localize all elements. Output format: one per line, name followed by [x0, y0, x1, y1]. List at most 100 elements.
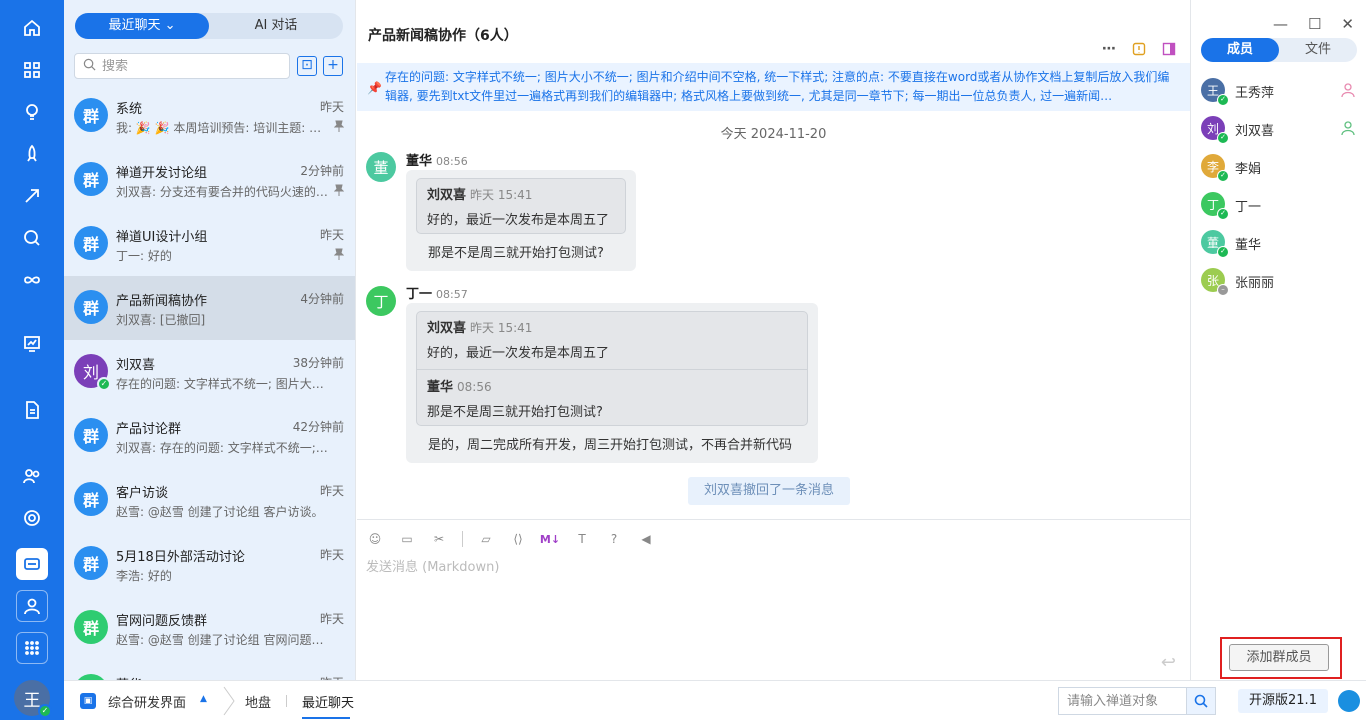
code-icon[interactable]: ⟨⟩	[509, 530, 527, 548]
minimize-icon[interactable]: —	[1273, 15, 1288, 33]
chat-title: 产品新闻稿协作（6人）	[368, 28, 518, 44]
chat-item-feedback[interactable]: 群 官网问题反馈群 昨天 赵雪: @赵雪 创建了讨论组 官网问题反…	[64, 596, 355, 660]
emoji-icon[interactable]: ☺	[366, 530, 384, 548]
more-icon[interactable]: ⋯	[1100, 40, 1118, 58]
settings-icon[interactable]	[16, 502, 48, 534]
chat-icon[interactable]	[16, 548, 48, 580]
date-divider: 今天 2024-11-20	[720, 127, 827, 142]
sender-avatar[interactable]: 董	[366, 152, 396, 182]
member-item[interactable]: 王 ✓ 王秀萍	[1201, 76, 1357, 106]
sender-avatar[interactable]: 丁	[366, 286, 396, 316]
chat-preview: 赵雪: @赵雪 创建了讨论组 官网问题反…	[116, 633, 330, 647]
notice-icon[interactable]	[1130, 40, 1148, 58]
grid-icon[interactable]	[16, 632, 48, 664]
sprint-icon[interactable]	[16, 180, 48, 212]
maximize-icon[interactable]: ☐	[1308, 15, 1321, 33]
message-bubble[interactable]: 刘双喜 昨天 15:41 好的，最近一次发布是本周五了 董华 08:56 那是不是周…	[406, 303, 818, 463]
users-icon[interactable]	[16, 460, 48, 492]
message-header: 董华 08:56	[406, 150, 468, 169]
quoted-message[interactable]: 刘双喜 昨天 15:41 好的，最近一次发布是本周五了 董华 08:56 那是不是周…	[416, 311, 808, 426]
search-icon[interactable]	[16, 222, 48, 254]
member-avatar: 刘 ✓	[1201, 116, 1229, 144]
member-name: 王秀萍	[1235, 86, 1275, 101]
help-icon[interactable]: ?	[605, 530, 623, 548]
chat-item-ui-group[interactable]: 群 禅道UI设计小组 昨天 丁一: 好的	[64, 212, 355, 276]
nav-recent-chats[interactable]: 最近聊天	[302, 692, 354, 711]
workspace-name[interactable]: 综合研发界面	[108, 692, 186, 711]
breadcrumb-chevron-icon	[223, 686, 235, 716]
send-icon[interactable]: ↩	[1161, 652, 1176, 673]
chat-item-liu[interactable]: 刘 ✓ 刘双喜 38分钟前 存在的问题: 文字样式不统一; 图片大…	[64, 340, 355, 404]
search-input[interactable]	[102, 58, 282, 74]
member-item[interactable]: 李 ✓ 李娟	[1201, 152, 1357, 182]
add-chat-icon[interactable]: +	[323, 56, 343, 76]
lightbulb-icon[interactable]	[16, 96, 48, 128]
caret-up-icon[interactable]: ▲	[200, 694, 207, 704]
chat-item-product-group[interactable]: 群 产品讨论群 42分钟前 刘双喜: 存在的问题: 文字样式不统一; …	[64, 404, 355, 468]
chat-item-dong[interactable]: 群 董华 昨天	[64, 660, 355, 680]
markdown-icon[interactable]: M↓	[540, 530, 560, 548]
user-icon[interactable]	[16, 590, 48, 622]
version-badge[interactable]: 开源版21.1	[1238, 689, 1328, 713]
quote-time: 昨天 15:41	[470, 188, 533, 202]
sidebar-toggle-icon[interactable]	[1160, 40, 1178, 58]
quote-sender: 刘双喜	[427, 188, 467, 203]
chat-time: 昨天	[319, 100, 344, 114]
message-bubble[interactable]: 刘双喜 昨天 15:41 好的，最近一次发布是本周五了 那是不是周三就开始打包测试…	[406, 170, 636, 271]
offline-status-icon: –	[1217, 284, 1229, 296]
admin-icon	[1341, 121, 1355, 136]
member-name: 丁一	[1235, 200, 1262, 215]
image-icon[interactable]: ▭	[398, 530, 416, 548]
pin-icon	[334, 120, 344, 132]
chat-item-dev-group[interactable]: 群 禅道开发讨论组 2分钟前 刘双喜: 分支还有要合并的代码火速的…	[64, 148, 355, 212]
group-avatar: 群	[74, 290, 108, 324]
search-icon	[1194, 694, 1208, 708]
message-input[interactable]: 发送消息 (Markdown)	[366, 556, 499, 575]
notice-text: 存在的问题: 文字样式不统一; 图片大小不统一; 图片和介绍中间不空格, 统一下…	[385, 70, 1170, 103]
chat-time: 38分钟前	[292, 356, 344, 370]
zentao-logo-icon[interactable]	[1338, 690, 1360, 712]
search-button[interactable]	[1186, 687, 1216, 715]
member-item[interactable]: 刘 ✓ 刘双喜	[1201, 114, 1357, 144]
chat-item-customer-interview[interactable]: 群 客户访谈 昨天 赵雪: @赵雪 创建了讨论组 客户访谈。	[64, 468, 355, 532]
tab-recent-chats[interactable]: 最近聊天 ⌄	[75, 13, 209, 39]
add-member-button[interactable]: 添加群成员	[1229, 644, 1329, 671]
quote-divider	[417, 369, 807, 370]
doc-icon[interactable]	[16, 394, 48, 426]
rocket-icon[interactable]	[16, 138, 48, 170]
members-tabs: 成员 文件	[1201, 38, 1357, 62]
chat-mode-tabs: 最近聊天 ⌄ AI 对话	[75, 13, 343, 39]
apps-icon[interactable]	[16, 54, 48, 86]
home-icon[interactable]	[16, 12, 48, 44]
object-search-input[interactable]	[1058, 687, 1186, 715]
tab-members[interactable]: 成员	[1201, 38, 1279, 62]
chat-name: 系统	[116, 102, 143, 117]
quoted-message[interactable]: 刘双喜 昨天 15:41 好的，最近一次发布是本周五了	[416, 178, 626, 234]
chat-item-event[interactable]: 群 5月18日外部活动讨论 昨天 李浩: 好的	[64, 532, 355, 596]
chat-item-system[interactable]: 群 系统 昨天 我: 🎉 🎉 本周培训预告: 培训主题: …	[64, 84, 355, 148]
member-item[interactable]: 丁 ✓ 丁一	[1201, 190, 1357, 220]
window-controls: — ☐ ✕	[1273, 15, 1354, 33]
megaphone-icon[interactable]: ◀	[637, 530, 655, 548]
pinned-notice[interactable]: 📌 存在的问题: 文字样式不统一; 图片大小不统一; 图片和介绍中间不空格, 统…	[357, 63, 1190, 111]
tab-files[interactable]: 文件	[1279, 38, 1357, 62]
member-item[interactable]: 董 ✓ 董华	[1201, 228, 1357, 258]
infinity-icon[interactable]	[16, 264, 48, 296]
group-avatar: 群	[74, 162, 108, 196]
online-status-icon: ✓	[1217, 170, 1229, 182]
nav-dashboard[interactable]: 地盘	[245, 692, 271, 711]
nav-divider	[286, 695, 287, 707]
sender-name: 丁一	[406, 287, 433, 302]
screenshot-icon[interactable]: ✂	[430, 530, 448, 548]
folder-icon[interactable]: ▱	[477, 530, 495, 548]
group-icon[interactable]: ⊡	[297, 56, 317, 76]
board-icon[interactable]	[16, 328, 48, 360]
pin-icon	[334, 184, 344, 196]
tab-ai-chat[interactable]: AI 对话	[209, 13, 343, 39]
font-size-icon[interactable]: T	[573, 530, 591, 548]
close-icon[interactable]: ✕	[1341, 15, 1354, 33]
quote-sender: 刘双喜	[427, 321, 467, 336]
chat-item-press-release[interactable]: 群 产品新闻稿协作 4分钟前 刘双喜: [已撤回]	[64, 276, 355, 340]
current-user-avatar[interactable]: 王 ✓	[14, 680, 52, 718]
member-item[interactable]: 张 – 张丽丽	[1201, 266, 1357, 296]
